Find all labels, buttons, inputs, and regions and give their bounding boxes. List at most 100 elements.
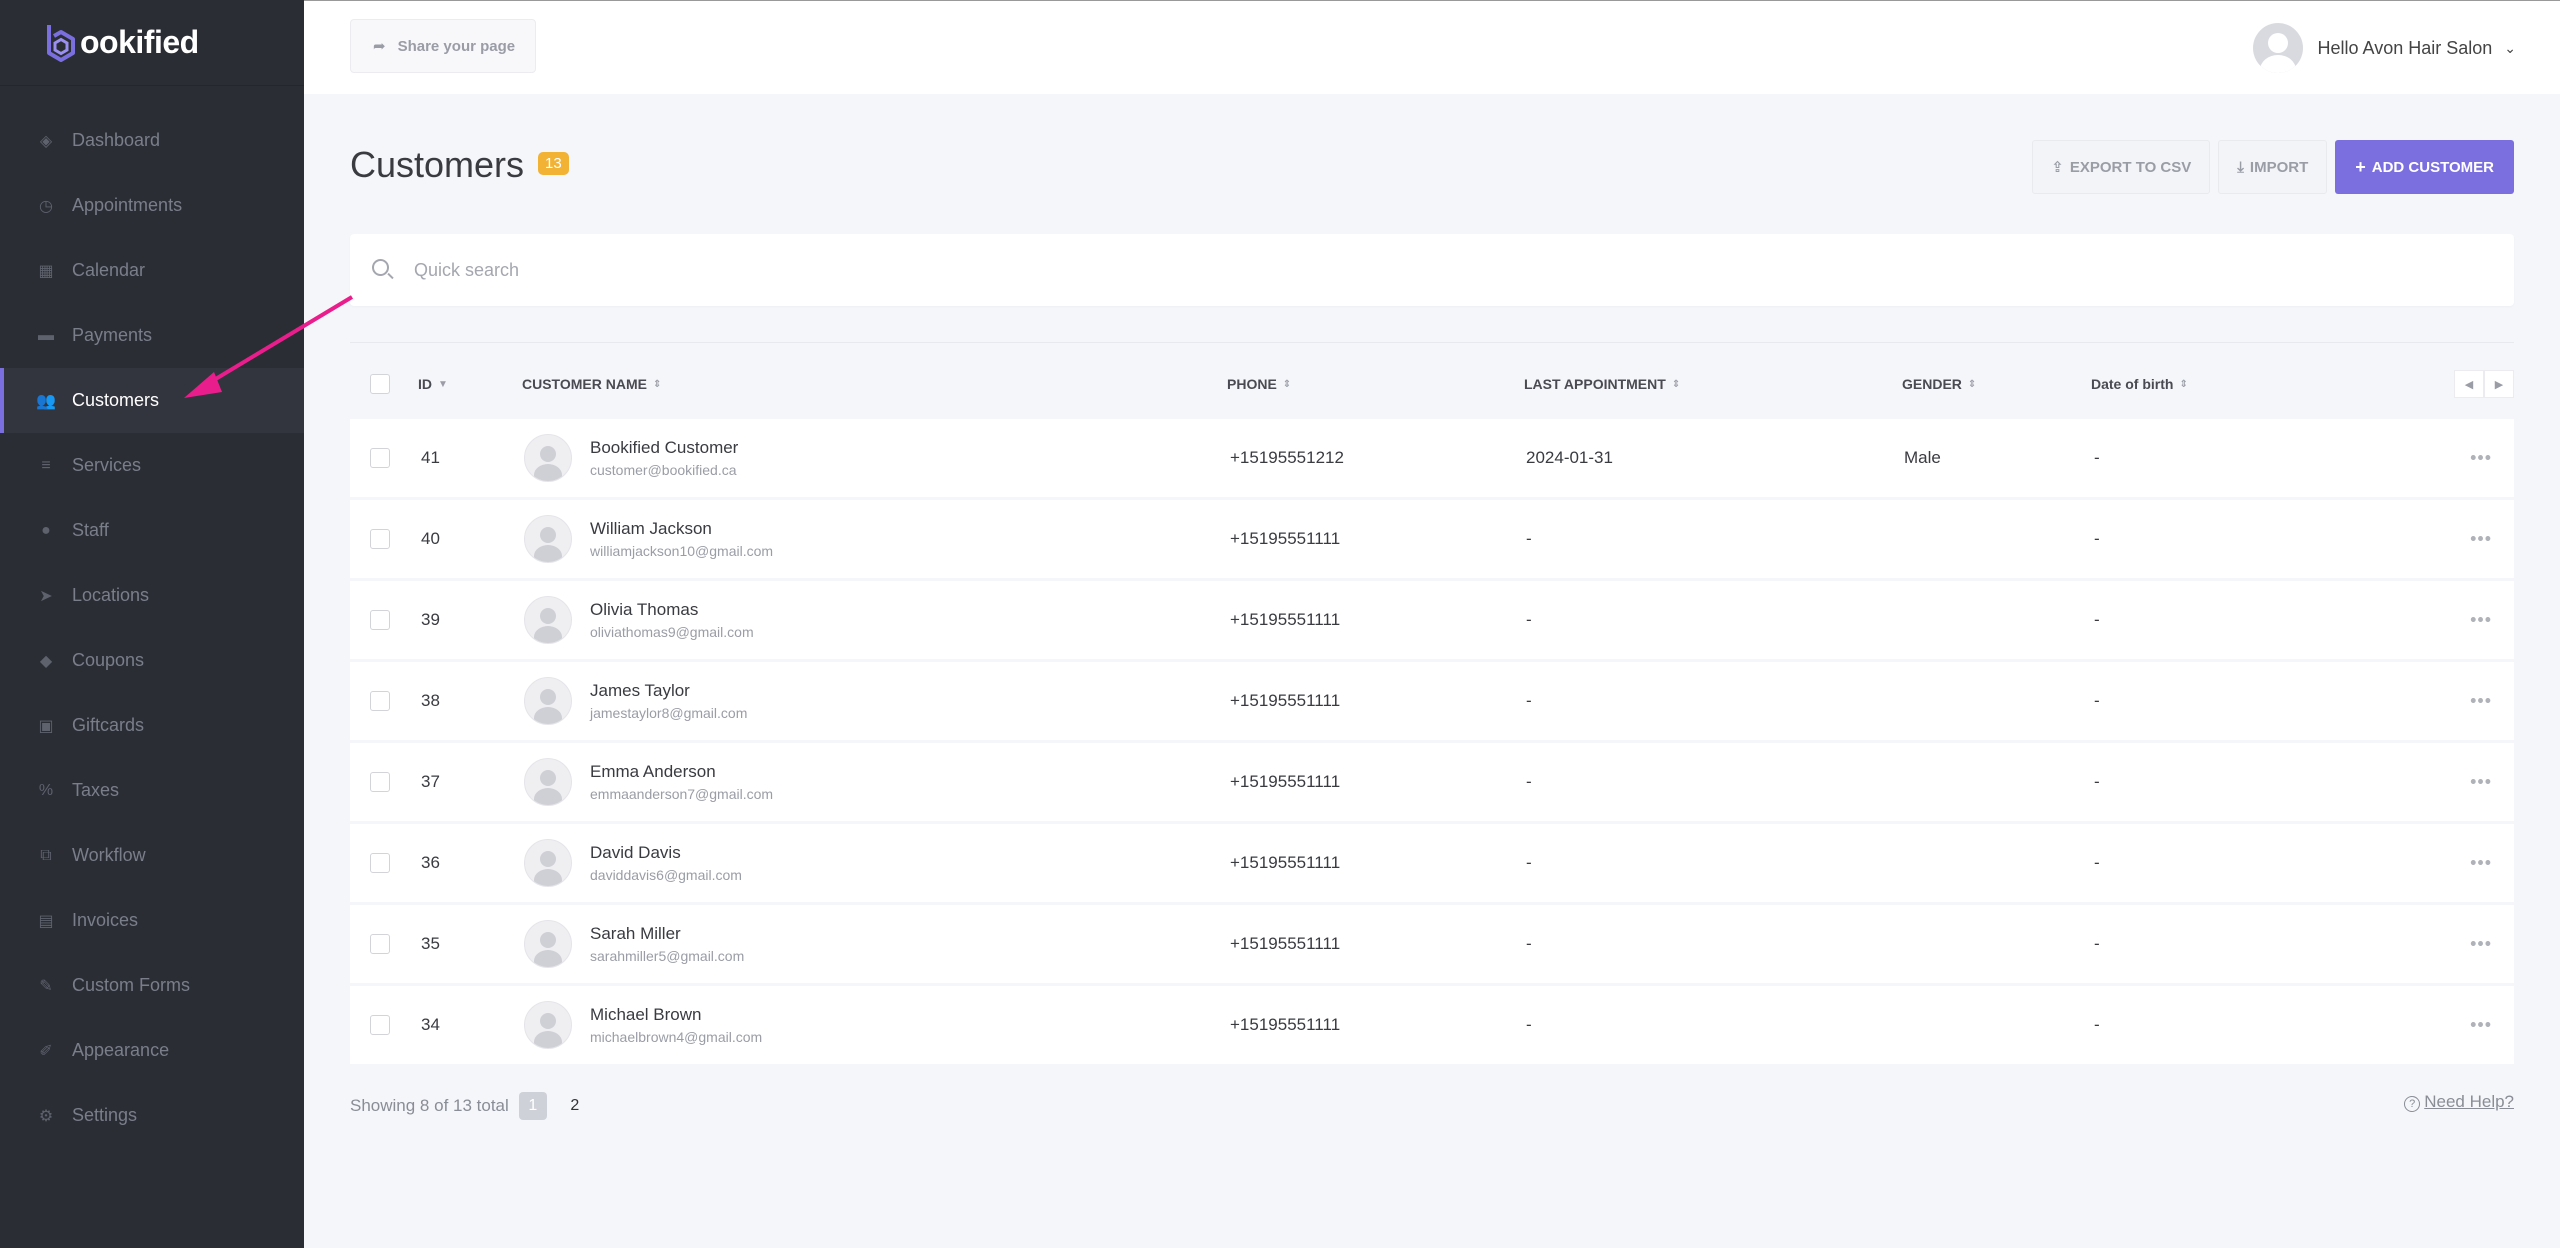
share-icon: ➦ [373,38,386,55]
sidebar: ookified ◈ Dashboard ◷ Appointments ▦ Calenda… [0,0,304,1248]
more-options-icon[interactable]: ••• [2470,934,2492,955]
customer-last-appointment: - [1526,610,1532,629]
table-row[interactable]: 40 William Jackson williamjackson10@gmail.… [350,500,2514,578]
customer-phone: +15195551111 [1230,610,1341,629]
export-csv-button[interactable]: ⇪ EXPORT TO CSV [2032,140,2211,194]
customer-id: 39 [421,610,440,629]
share-page-button[interactable]: ➦ Share your page [350,19,536,73]
table-row[interactable]: 41 Bookified Customer customer@bookified.c… [350,419,2514,497]
need-help-link[interactable]: ? Need Help? [2404,1092,2514,1112]
page-1-button[interactable]: 1 [518,1092,547,1120]
add-customer-button[interactable]: + ADD CUSTOMER [2335,140,2514,194]
sidebar-item-coupons[interactable]: ◆ Coupons [0,628,304,693]
customer-phone: +15195551111 [1230,853,1341,872]
sidebar-item-calendar[interactable]: ▦ Calendar [0,238,304,303]
customer-name: Emma Anderson [590,762,716,781]
row-checkbox[interactable] [370,772,390,792]
tag-icon: ◆ [39,652,53,670]
export-csv-label: EXPORT TO CSV [2069,158,2192,176]
row-checkbox[interactable] [370,529,390,549]
sidebar-item-invoices[interactable]: ▤ Invoices [0,888,304,953]
chevron-right-icon[interactable]: ▶ [2484,370,2514,398]
customer-avatar [524,515,572,563]
sidebar-item-locations[interactable]: ➤ Locations [0,563,304,628]
sidebar-item-workflow[interactable]: ⧉ Workflow [0,823,304,888]
list-icon: ≡ [41,456,51,474]
table-row[interactable]: 36 David Davis daviddavis6@gmail.com +15195… [350,824,2514,902]
customer-cell[interactable]: William Jackson williamjackson10@gmail.co… [524,515,773,563]
more-options-icon[interactable]: ••• [2470,529,2492,550]
customer-cell[interactable]: David Davis daviddavis6@gmail.com [524,839,742,887]
more-options-icon[interactable]: ••• [2470,772,2492,793]
customer-last-appointment: - [1526,1015,1532,1034]
customer-id: 37 [421,772,440,791]
sidebar-item-payments[interactable]: ▬ Payments [0,303,304,368]
select-all-checkbox[interactable] [370,374,390,394]
sidebar-item-label: Coupons [72,650,145,670]
table-row[interactable]: 39 Olivia Thomas oliviathomas9@gmail.com +1… [350,581,2514,659]
header-id[interactable]: ID ▼ [418,376,448,392]
header-phone[interactable]: PHONE ⇕ [1227,376,1291,392]
header-last-appointment[interactable]: LAST APPOINTMENT ⇕ [1524,376,1680,392]
more-options-icon[interactable]: ••• [2470,691,2492,712]
table-row[interactable]: 38 James Taylor jamestaylor8@gmail.com +151… [350,662,2514,740]
sidebar-item-services[interactable]: ≡ Services [0,433,304,498]
logo[interactable]: ookified [0,0,304,86]
customer-gender: Male [1904,448,1941,467]
customer-cell[interactable]: Emma Anderson emmaanderson7@gmail.com [524,758,773,806]
chevron-left-icon[interactable]: ◀ [2454,370,2484,398]
customer-cell[interactable]: Olivia Thomas oliviathomas9@gmail.com [524,596,754,644]
customer-cell[interactable]: Bookified Customer customer@bookified.ca [524,434,738,482]
sidebar-item-customers[interactable]: 👥 Customers [0,368,304,433]
table-row[interactable]: 37 Emma Anderson emmaanderson7@gmail.com +1… [350,743,2514,821]
column-scroll-arrows: ◀ ▶ [2454,370,2514,398]
row-checkbox[interactable] [370,610,390,630]
sidebar-item-staff[interactable]: ● Staff [0,498,304,563]
sidebar-item-settings[interactable]: ⚙ Settings [0,1083,304,1148]
sidebar-item-appointments[interactable]: ◷ Appointments [0,173,304,238]
row-checkbox[interactable] [370,448,390,468]
table-row[interactable]: 35 Sarah Miller sarahmiller5@gmail.com +151… [350,905,2514,983]
row-checkbox[interactable] [370,853,390,873]
customer-cell[interactable]: James Taylor jamestaylor8@gmail.com [524,677,747,725]
sidebar-nav: ◈ Dashboard ◷ Appointments ▦ Calendar ▬ Payment… [0,108,304,1148]
header-gender[interactable]: GENDER ⇕ [1902,376,1976,392]
more-options-icon[interactable]: ••• [2470,1015,2492,1036]
sidebar-item-label: Payments [72,325,153,345]
search-input[interactable] [414,259,1014,281]
header-dob[interactable]: Date of birth ⇕ [2091,376,2188,392]
sidebar-item-dashboard[interactable]: ◈ Dashboard [0,108,304,173]
sidebar-item-custom-forms[interactable]: ✎ Custom Forms [0,953,304,1018]
table-row[interactable]: 34 Michael Brown michaelbrown4@gmail.com +1… [350,986,2514,1064]
more-options-icon[interactable]: ••• [2470,610,2492,631]
page-2-button[interactable]: 2 [561,1092,589,1120]
user-menu[interactable]: Hello Avon Hair Salon ⌄ [2253,23,2516,73]
customer-email: williamjackson10@gmail.com [590,543,774,559]
customer-last-appointment: - [1526,529,1532,548]
sidebar-item-appearance[interactable]: ✐ Appearance [0,1018,304,1083]
customer-avatar [524,1001,572,1049]
customer-name: Olivia Thomas [590,600,699,619]
sidebar-item-label: Customers [72,390,160,410]
need-help-label: Need Help? [2424,1092,2514,1111]
row-checkbox[interactable] [370,691,390,711]
plus-icon: + [2355,156,2366,177]
more-options-icon[interactable]: ••• [2470,853,2492,874]
customer-phone: +15195551111 [1230,529,1341,548]
customer-cell[interactable]: Michael Brown michaelbrown4@gmail.com [524,1001,762,1049]
row-checkbox[interactable] [370,1015,390,1035]
page-header: Customers 13 ⇪ EXPORT TO CSV ⤓ IMPORT + … [350,94,2514,234]
customer-avatar [524,920,572,968]
more-options-icon[interactable]: ••• [2470,448,2492,469]
customer-cell[interactable]: Sarah Miller sarahmiller5@gmail.com [524,920,744,968]
page-title: Customers [350,144,525,185]
import-button[interactable]: ⤓ IMPORT [2218,140,2328,194]
sidebar-item-taxes[interactable]: % Taxes [0,758,304,823]
header-customer-name[interactable]: CUSTOMER NAME ⇕ [522,376,661,392]
customer-id: 40 [421,529,440,548]
sort-icon: ⇕ [2179,378,2188,390]
sidebar-item-giftcards[interactable]: ▣ Giftcards [0,693,304,758]
sidebar-item-label: Invoices [72,910,139,930]
table-footer: Showing 8 of 13 total 1 2 ? Need Help? [350,1080,2514,1140]
row-checkbox[interactable] [370,934,390,954]
